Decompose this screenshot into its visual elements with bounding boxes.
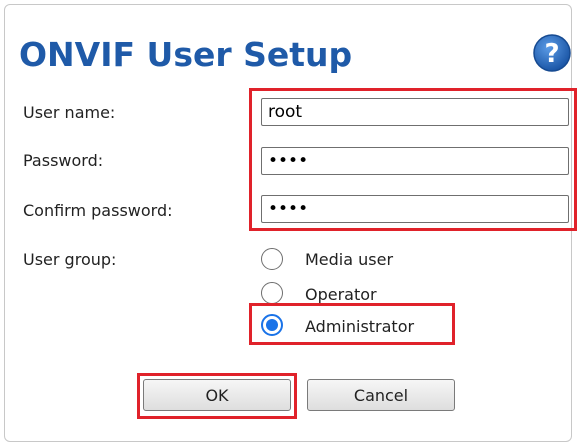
username-label: User name: bbox=[23, 103, 116, 122]
help-question-icon[interactable]: ? bbox=[532, 33, 572, 73]
administrator-radio[interactable] bbox=[261, 314, 283, 336]
password-value: •••• bbox=[268, 151, 309, 171]
user-group-label: User group: bbox=[23, 250, 117, 269]
confirm-password-value: •••• bbox=[268, 199, 309, 219]
administrator-label[interactable]: Administrator bbox=[305, 317, 414, 337]
operator-radio[interactable] bbox=[261, 282, 283, 304]
svg-text:?: ? bbox=[544, 39, 559, 69]
dialog-title: ONVIF User Setup bbox=[19, 35, 353, 74]
username-field[interactable]: root bbox=[261, 98, 569, 126]
confirm-password-field[interactable]: •••• bbox=[261, 195, 569, 223]
ok-button[interactable]: OK bbox=[143, 379, 291, 411]
confirm-password-label: Confirm password: bbox=[23, 201, 173, 220]
onvif-user-setup-dialog: ONVIF User Setup ? User name: Password: … bbox=[4, 4, 577, 442]
media-user-radio[interactable] bbox=[261, 248, 283, 270]
cancel-button[interactable]: Cancel bbox=[307, 379, 455, 411]
password-label: Password: bbox=[23, 151, 104, 170]
media-user-label[interactable]: Media user bbox=[305, 250, 393, 270]
password-field[interactable]: •••• bbox=[261, 147, 569, 175]
username-value: root bbox=[268, 102, 303, 122]
operator-label[interactable]: Operator bbox=[305, 285, 377, 305]
